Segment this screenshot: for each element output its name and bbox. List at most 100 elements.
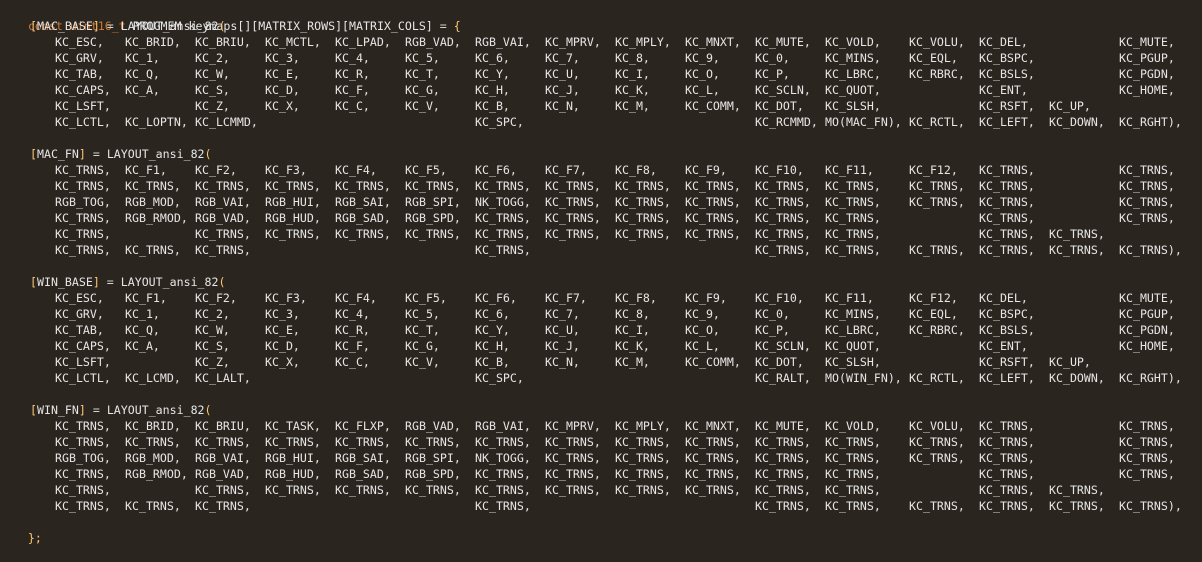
layer-header: [WIN_BASE] = LAYOUT_ansi_82( bbox=[0, 274, 1202, 290]
keycode: KC_TRNS, bbox=[545, 467, 601, 481]
keycode: KC_F6, bbox=[475, 163, 517, 177]
keymap-row: KC_ESC, KC_F1, KC_F2, KC_F3, KC_F4, KC_F5, KC_… bbox=[0, 290, 1202, 306]
keycode: KC_2, bbox=[195, 51, 230, 65]
keycode: KC_LALT, bbox=[195, 371, 251, 385]
keycode: KC_TRNS, bbox=[1119, 419, 1175, 433]
keycode: KC_F10, bbox=[755, 163, 804, 177]
keycode: KC_TRNS, bbox=[979, 499, 1035, 513]
keycode: KC_U, bbox=[545, 323, 580, 337]
keycode: KC_UP, bbox=[1049, 355, 1091, 369]
keycode: KC_TRNS, bbox=[979, 419, 1035, 433]
keymap-row: KC_GRV, KC_1, KC_2, KC_3, KC_4, KC_5, KC_6, KC_… bbox=[0, 306, 1202, 322]
keycode: KC_G, bbox=[405, 83, 440, 97]
keycode: KC_6, bbox=[475, 51, 510, 65]
keycode: KC_MUTE, bbox=[1119, 291, 1175, 305]
keycode: KC_0, bbox=[755, 307, 790, 321]
keycode: KC_DOWN, bbox=[1049, 371, 1105, 385]
keycode: KC_TRNS, bbox=[615, 179, 671, 193]
keycode: KC_BRIU, bbox=[195, 419, 251, 433]
keycode: KC_TRNS, bbox=[545, 483, 601, 497]
keymap-row: KC_TRNS, KC_BRID, KC_BRIU, KC_TASK, KC_FLXP,… bbox=[0, 418, 1202, 434]
keycode: KC_HOME, bbox=[1119, 83, 1175, 97]
keycode: KC_SPC, bbox=[475, 115, 524, 129]
keycode: KC_LCTL, bbox=[55, 115, 111, 129]
keycode: RGB_SAI, bbox=[335, 451, 391, 465]
keycode: KC_M, bbox=[615, 99, 650, 113]
keycode: KC_TRNS, bbox=[405, 179, 461, 193]
keycode: KC_3, bbox=[265, 307, 300, 321]
keycode: KC_TRNS, bbox=[55, 499, 111, 513]
keycode: KC_F1, bbox=[125, 163, 167, 177]
keycode: KC_TASK, bbox=[265, 419, 321, 433]
keycode: KC_DOT, bbox=[755, 99, 804, 113]
keycode: KC_TRNS, bbox=[909, 435, 965, 449]
keycode: KC_TRNS, bbox=[475, 243, 531, 257]
keycode: KC_Q, bbox=[125, 323, 160, 337]
keycode: KC_TRNS, bbox=[1119, 211, 1175, 225]
keymap-row: KC_TRNS, KC_TRNS, KC_TRNS, KC_TRNS, KC_TRNS,… bbox=[0, 242, 1202, 258]
keycode: KC_TRNS, bbox=[615, 435, 671, 449]
keycode: KC_TRNS, bbox=[755, 435, 811, 449]
keycode: KC_PGDN, bbox=[1119, 67, 1175, 81]
keymap-row: KC_TRNS, KC_TRNS, KC_TRNS, KC_TRNS, KC_TRNS,… bbox=[0, 226, 1202, 242]
keycode: NK_TOGG, bbox=[475, 195, 531, 209]
keycode: KC_P, bbox=[755, 67, 790, 81]
keycode: KC_TRNS, bbox=[405, 435, 461, 449]
keycode: KC_TRNS, bbox=[685, 211, 741, 225]
keycode: KC_TRNS, bbox=[755, 467, 811, 481]
code-editor[interactable]: const uint16_t PROGMEM keymaps[][MATRIX_… bbox=[0, 0, 1202, 545]
keycode: KC_TRNS, bbox=[755, 451, 811, 465]
keymap-row: KC_LSFT, KC_Z, KC_X, KC_C, KC_V, KC_B, KC_N, KC… bbox=[0, 98, 1202, 114]
keycode: KC_RSFT, bbox=[979, 99, 1035, 113]
keycode: KC_F3, bbox=[265, 291, 307, 305]
keycode: KC_TRNS, bbox=[615, 211, 671, 225]
keymap-row: KC_TRNS, KC_TRNS, KC_TRNS, KC_TRNS, KC_TRNS,… bbox=[0, 482, 1202, 498]
keycode: KC_TRNS, bbox=[909, 195, 965, 209]
keycode: KC_TRNS, bbox=[265, 179, 321, 193]
keycode: KC_RBRC, bbox=[909, 323, 965, 337]
keymap-row: KC_LCTL, KC_LOPTN, KC_LCMMD, KC_SPC, KC_RCMM… bbox=[0, 114, 1202, 130]
keycode: KC_DEL, bbox=[979, 291, 1028, 305]
keycode: KC_TRNS, bbox=[979, 483, 1035, 497]
keycode: KC_TRNS), bbox=[1119, 499, 1182, 513]
keycode: KC_K, bbox=[615, 83, 650, 97]
keycode: KC_P, bbox=[755, 323, 790, 337]
keycode: KC_TRNS, bbox=[335, 483, 391, 497]
keycode: KC_LSFT, bbox=[55, 355, 111, 369]
keycode: KC_LBRC, bbox=[825, 67, 881, 81]
assign-operator: = bbox=[99, 275, 121, 289]
keycode: KC_Y, bbox=[475, 323, 510, 337]
keycode: KC_O, bbox=[685, 323, 720, 337]
keycode: KC_F4, bbox=[335, 163, 377, 177]
close-bracket: ] bbox=[92, 19, 100, 33]
keycode: KC_5, bbox=[405, 51, 440, 65]
keycode: KC_TRNS, bbox=[979, 467, 1035, 481]
keycode: KC_S, bbox=[195, 83, 230, 97]
keycode: KC_0, bbox=[755, 51, 790, 65]
keycode: KC_TRNS, bbox=[909, 451, 965, 465]
keycode: KC_F5, bbox=[405, 291, 447, 305]
layout-macro: LAYOUT_ansi_82 bbox=[120, 19, 219, 33]
keymap-row: KC_TAB, KC_Q, KC_W, KC_E, KC_R, KC_T, KC_Y, KC_… bbox=[0, 66, 1202, 82]
keycode: KC_TRNS, bbox=[195, 227, 251, 241]
close-brace: }; bbox=[27, 531, 42, 545]
keycode: RGB_SPI, bbox=[405, 195, 461, 209]
keycode: KC_5, bbox=[405, 307, 440, 321]
keycode: KC_TRNS, bbox=[685, 467, 741, 481]
keymap-row: KC_TAB, KC_Q, KC_W, KC_E, KC_R, KC_T, KC_Y, KC_… bbox=[0, 322, 1202, 338]
keymap-row: KC_CAPS, KC_A, KC_S, KC_D, KC_F, KC_G, KC_H, KC… bbox=[0, 338, 1202, 354]
keycode: KC_V, bbox=[405, 355, 440, 369]
keycode: KC_BSLS, bbox=[979, 323, 1035, 337]
keycode: KC_TRNS, bbox=[475, 499, 531, 513]
keycode: KC_LEFT, bbox=[979, 115, 1035, 129]
keycode: KC_TRNS, bbox=[615, 227, 671, 241]
keycode: KC_TRNS, bbox=[1049, 243, 1105, 257]
keycode: KC_E, bbox=[265, 67, 300, 81]
keycode: KC_EQL, bbox=[909, 307, 958, 321]
keycode: RGB_HUI, bbox=[265, 195, 321, 209]
keycode: KC_N, bbox=[545, 99, 580, 113]
keycode: KC_2, bbox=[195, 307, 230, 321]
keymap-row: KC_ESC, KC_BRID, KC_BRIU, KC_MCTL, KC_LPAD, R… bbox=[0, 34, 1202, 50]
keycode: KC_BSPC, bbox=[979, 51, 1035, 65]
